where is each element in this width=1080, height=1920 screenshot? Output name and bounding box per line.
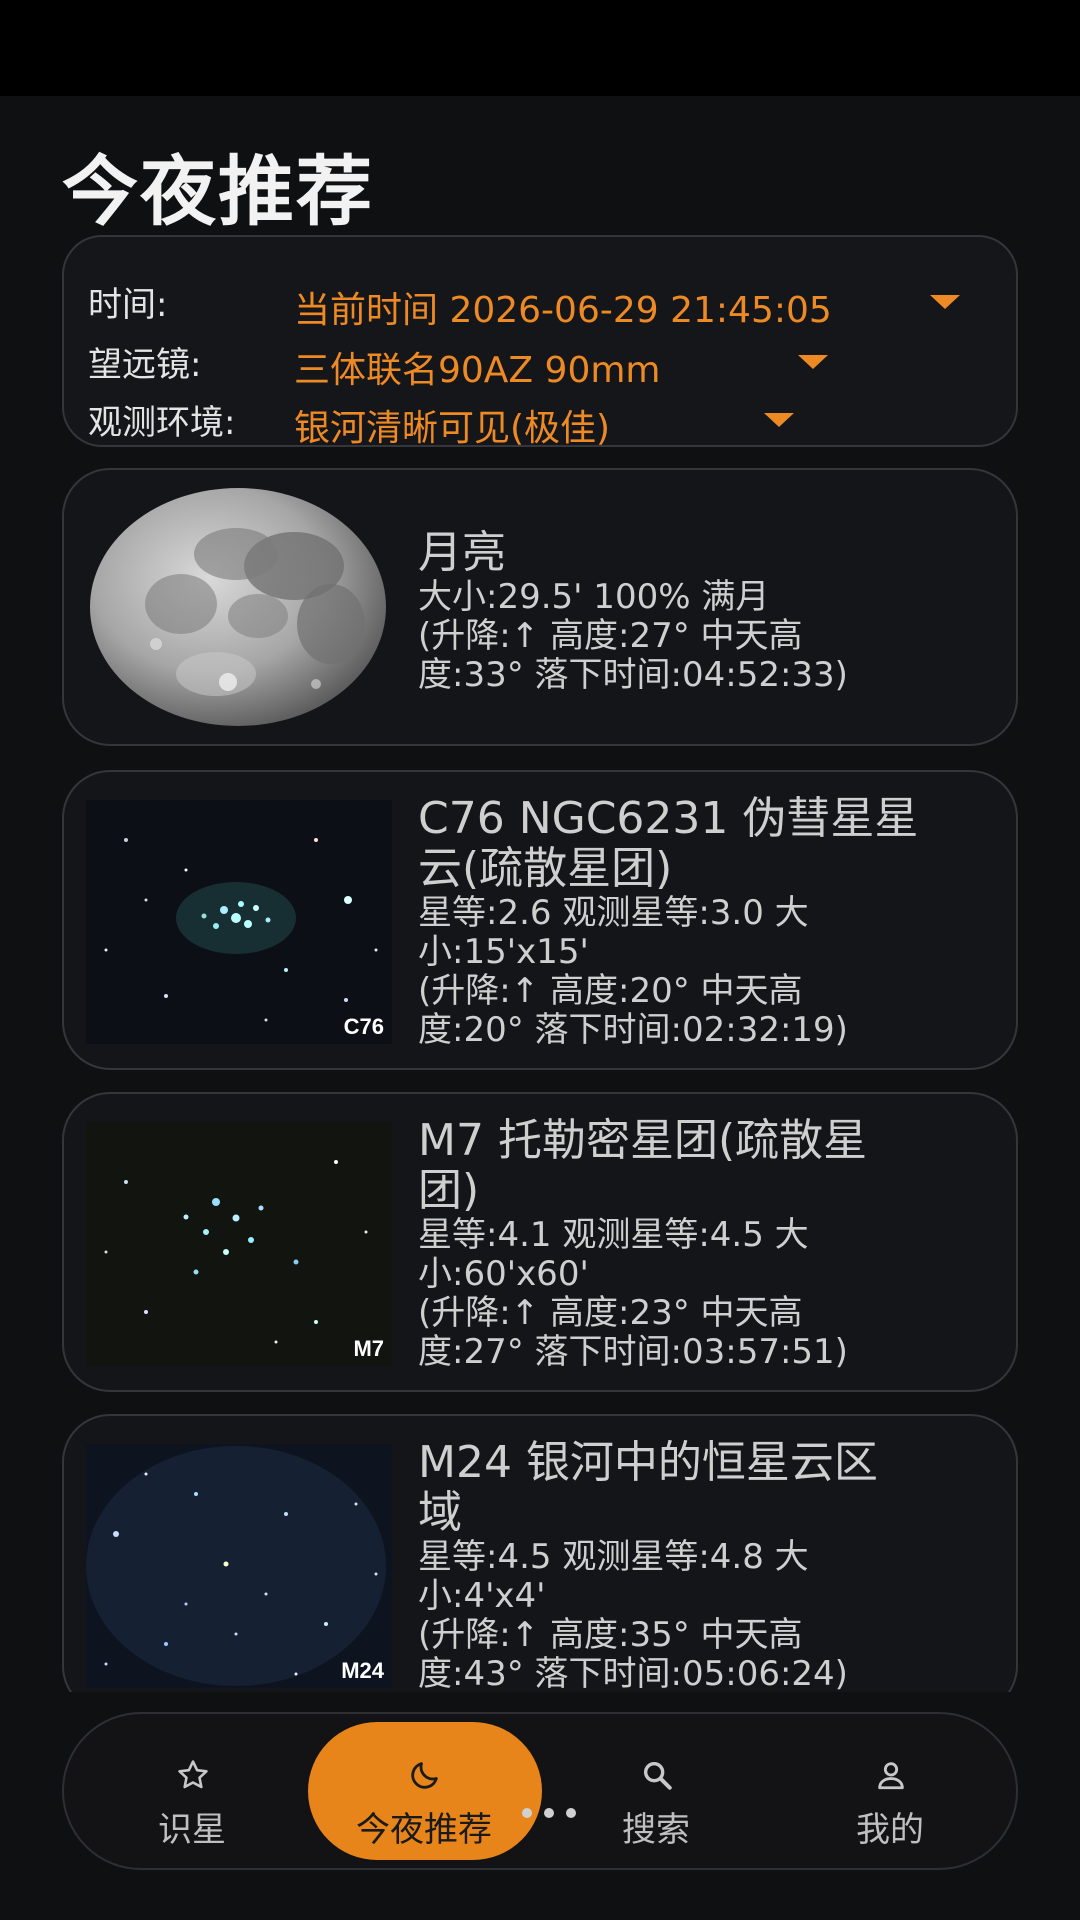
object-card-c76[interactable]: C76 C76 NGC6231 伪彗星星 云(疏散星团) 星等:2.6 观测星等… [62, 770, 1018, 1070]
object-name-line: 团) [418, 1165, 480, 1216]
thumb-label: M7 [353, 1336, 384, 1361]
nav-item-search[interactable]: 搜索 [540, 1714, 772, 1868]
object-name-line: C76 NGC6231 伪彗星星 [418, 793, 919, 844]
telescope-setting-row[interactable]: 望远镜: 三体联名90AZ 90mm [64, 337, 1016, 393]
object-detail-line: 度:43° 落下时间:05:06:24) [418, 1654, 848, 1693]
object-name-line: M24 银河中的恒星云区 [418, 1437, 878, 1488]
bottom-navigation: 识星 今夜推荐 搜索 我的 [62, 1712, 1018, 1870]
page-title: 今夜推荐 [62, 147, 374, 236]
object-detail-line: (升降:↑ 高度:23° 中天高 [418, 1293, 803, 1333]
telescope-label: 望远镜: [88, 345, 202, 385]
time-dropdown-icon[interactable] [930, 295, 960, 309]
recommendation-list[interactable]: 月亮 大小:29.5' 100% 满月 (升降:↑ 高度:27° 中天高 度:3… [0, 462, 1080, 1692]
object-detail-line: 小:15'x15' [418, 932, 589, 972]
m7-image: M7 [86, 1122, 392, 1366]
object-card-moon[interactable]: 月亮 大小:29.5' 100% 满月 (升降:↑ 高度:27° 中天高 度:3… [62, 468, 1018, 746]
object-detail-line: 小:60'x60' [418, 1254, 589, 1294]
nav-item-identify[interactable]: 识星 [76, 1714, 308, 1868]
environment-dropdown-icon[interactable] [764, 413, 794, 427]
nav-item-tonight[interactable]: 今夜推荐 [308, 1714, 540, 1868]
nav-label: 识星 [158, 1810, 226, 1850]
object-text-c76: C76 NGC6231 伪彗星星 云(疏散星团) 星等:2.6 观测星等:3.0… [418, 794, 986, 1050]
c76-image: C76 [86, 800, 392, 1044]
thumb-label: M24 [341, 1658, 384, 1683]
object-detail-line: 度:27° 落下时间:03:57:51) [418, 1332, 848, 1372]
page-dot [522, 1808, 532, 1818]
nav-item-profile[interactable]: 我的 [774, 1714, 1006, 1868]
nav-label: 今夜推荐 [356, 1810, 492, 1850]
status-bar [0, 0, 1080, 96]
object-detail-line: 星等:2.6 观测星等:3.0 大 [418, 893, 809, 933]
environment-value[interactable]: 银河清晰可见(极佳) [294, 399, 610, 451]
person-icon [878, 1762, 904, 1790]
nav-label: 搜索 [622, 1810, 690, 1850]
object-detail-line: 度:33° 落下时间:04:52:33) [418, 655, 848, 695]
object-detail-line: 大小:29.5' 100% 满月 [418, 577, 770, 617]
time-setting-row[interactable]: 时间: 当前时间 2026-06-29 21:45:05 [64, 277, 1016, 333]
search-icon [643, 1761, 672, 1790]
object-text-m24: M24 银河中的恒星云区 域 星等:4.5 观测星等:4.8 大 小:4'x4'… [418, 1437, 986, 1693]
object-detail-line: (升降:↑ 高度:27° 中天高 [418, 616, 803, 656]
object-text-m7: M7 托勒密星团(疏散星 团) 星等:4.1 观测星等:4.5 大 小:60'x… [418, 1116, 986, 1372]
object-detail-line: 度:20° 落下时间:02:32:19) [418, 1010, 848, 1050]
object-detail-line: 星等:4.5 观测星等:4.8 大 [418, 1537, 809, 1577]
time-label: 时间: [88, 285, 168, 325]
object-text-moon: 月亮 大小:29.5' 100% 满月 (升降:↑ 高度:27° 中天高 度:3… [418, 528, 986, 695]
moon-icon [411, 1762, 438, 1789]
telescope-dropdown-icon[interactable] [798, 355, 828, 369]
object-card-m24[interactable]: M24 M24 银河中的恒星云区 域 星等:4.5 观测星等:4.8 大 小:4… [62, 1414, 1018, 1692]
environment-label: 观测环境: [88, 403, 236, 443]
object-name-line: 域 [418, 1487, 462, 1538]
moon-image [86, 484, 392, 730]
nav-label: 我的 [856, 1810, 924, 1850]
object-detail-line: 小:4'x4' [418, 1576, 546, 1616]
object-detail-line: 星等:4.1 观测星等:4.5 大 [418, 1215, 809, 1255]
thumb-label: C76 [343, 1014, 384, 1039]
object-name: 月亮 [418, 527, 506, 578]
star-icon [178, 1760, 208, 1789]
observation-settings-card: 时间: 当前时间 2026-06-29 21:45:05 望远镜: 三体联名90… [62, 235, 1018, 449]
object-name-line: 云(疏散星团) [418, 843, 673, 894]
environment-setting-row[interactable]: 观测环境: 银河清晰可见(极佳) [64, 395, 1016, 451]
object-detail-line: (升降:↑ 高度:35° 中天高 [418, 1615, 803, 1655]
telescope-value[interactable]: 三体联名90AZ 90mm [294, 341, 661, 393]
m24-image: M24 [86, 1444, 392, 1688]
object-card-m7[interactable]: M7 M7 托勒密星团(疏散星 团) 星等:4.1 观测星等:4.5 大 小:6… [62, 1092, 1018, 1392]
object-name-line: M7 托勒密星团(疏散星 [418, 1115, 868, 1166]
time-value[interactable]: 当前时间 2026-06-29 21:45:05 [294, 281, 832, 333]
object-detail-line: (升降:↑ 高度:20° 中天高 [418, 971, 803, 1011]
